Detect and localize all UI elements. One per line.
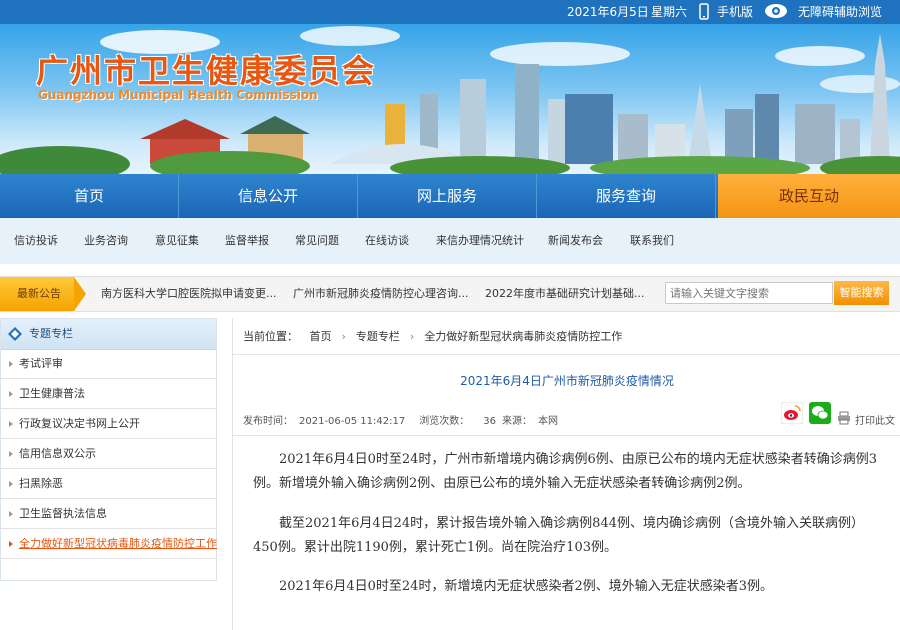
subnav-faq[interactable]: 常见问题 [295, 218, 339, 264]
divider [233, 435, 900, 436]
subnav-press-conference[interactable]: 新闻发布会 [548, 218, 603, 264]
breadcrumb-prefix: 当前位置： [243, 330, 298, 343]
subnav-supervision-report[interactable]: 监督举报 [225, 218, 269, 264]
breadcrumb-current[interactable]: 全力做好新型冠状病毒肺炎疫情防控工作 [424, 330, 622, 343]
weibo-share-icon[interactable] [780, 401, 804, 428]
sub-nav: 信访投诉 业务咨询 意见征集 监督举报 常见问题 在线访谈 来信办理情况统计 新… [0, 218, 900, 264]
subnav-online-interview[interactable]: 在线访谈 [365, 218, 409, 264]
top-utility-bar: 2021年6月5日 星期六 手机版 无障碍辅助浏览 [0, 0, 900, 24]
site-title-english: Guangzhou Municipal Health Commission [38, 88, 318, 102]
current-date: 2021年6月5日 [567, 5, 649, 19]
article-paragraph: 2021年6月4日0时至24时，新增境内无症状感染者2例、境外输入无症状感染者3… [279, 579, 773, 594]
divider [233, 354, 900, 355]
sidebar-item-enforcement-info[interactable]: 卫生监督执法信息 [1, 499, 216, 529]
sidebar-item-law-education[interactable]: 卫生健康普法 [1, 379, 216, 409]
breadcrumb-separator: › [409, 330, 415, 343]
notice-item[interactable]: 2022年度市基础研究计划基础... [485, 277, 644, 311]
subnav-petition[interactable]: 信访投诉 [14, 218, 58, 264]
accessibility-link[interactable]: 无障碍辅助浏览 [798, 0, 882, 24]
nav-online-service[interactable]: 网上服务 [358, 174, 537, 218]
sidebar-item-label: 信用信息双公示 [19, 447, 96, 460]
mobile-version-link[interactable]: 手机版 [717, 0, 753, 24]
views-label: 浏览次数： [419, 416, 470, 427]
source-label: 来源： [501, 416, 532, 427]
arrow-icon [9, 391, 13, 397]
notice-item[interactable]: 南方医科大学口腔医院拟申请变更... [101, 277, 277, 311]
nav-interaction[interactable]: 政民互动 [718, 174, 900, 218]
sidebar-item-label: 卫生监督执法信息 [19, 507, 107, 520]
sidebar-item-label: 考试评审 [19, 357, 63, 370]
wechat-share-icon[interactable] [809, 402, 831, 428]
breadcrumb-special-column[interactable]: 专题专栏 [356, 330, 400, 343]
notice-item[interactable]: 广州市新冠肺炎疫情防控心理咨询... [293, 277, 469, 311]
sidebar-item-credit-info[interactable]: 信用信息双公示 [1, 439, 216, 469]
smart-search-button[interactable]: 智能搜索 [834, 281, 889, 305]
publish-label: 发布时间： [243, 416, 293, 427]
mobile-phone-icon[interactable] [699, 3, 709, 23]
arrow-icon [9, 361, 13, 367]
article-title: 2021年6月4日广州市新冠肺炎疫情情况 [460, 374, 674, 388]
nav-service-query[interactable]: 服务查询 [537, 174, 716, 218]
sidebar-item-label: 行政复议决定书网上公开 [19, 417, 140, 430]
main-nav: 首页 信息公开 网上服务 服务查询 政民互动 [0, 174, 900, 218]
arrow-icon [9, 541, 13, 547]
article-paragraph: 2021年6月4日0时至24时，广州市新增境内确诊病例6例、由原已公布的境内无症… [253, 452, 877, 491]
eye-icon[interactable] [764, 3, 788, 22]
diamond-icon [7, 326, 23, 346]
arrow-icon [9, 451, 13, 457]
arrow-icon [9, 511, 13, 517]
printer-icon[interactable] [837, 410, 851, 429]
arrow-icon [9, 481, 13, 487]
arrow-icon [9, 421, 13, 427]
nav-info-disclosure[interactable]: 信息公开 [179, 174, 358, 218]
site-banner: 广州市卫生健康委员会 Guangzhou Municipal Health Co… [0, 24, 900, 174]
article-paragraph: 截至2021年6月4日24时，累计报告境外输入确诊病例844例、境内确诊病例（含… [253, 516, 864, 555]
sidebar-item-label: 全力做好新型冠状病毒肺炎疫情防控工作 [19, 537, 217, 550]
subnav-business-consult[interactable]: 业务咨询 [84, 218, 128, 264]
views-count: 36 [483, 416, 496, 427]
sidebar-item-anti-crime[interactable]: 扫黑除恶 [1, 469, 216, 499]
article-meta: 发布时间： 2021-06-05 11:42:17 浏览次数： 36 来源： 本网 [243, 412, 564, 427]
current-weekday: 星期六 [651, 5, 688, 19]
site-title: 广州市卫生健康委员会 [36, 52, 377, 90]
article-content: 当前位置： 首页 › 专题专栏 › 全力做好新型冠状病毒肺炎疫情防控工作 2021年6月… [232, 318, 900, 630]
sidebar-item-label: 卫生健康普法 [19, 387, 85, 400]
print-article-link[interactable]: 打印此文 [855, 412, 895, 427]
sidebar-title: 专题专栏 [29, 327, 73, 340]
publish-time: 2021-06-05 11:42:17 [299, 416, 406, 427]
breadcrumb-separator: › [341, 330, 346, 343]
subnav-letter-statistics[interactable]: 来信办理情况统计 [436, 218, 524, 264]
breadcrumb: 当前位置： 首页 › 专题专栏 › 全力做好新型冠状病毒肺炎疫情防控工作 [243, 328, 622, 344]
sidebar-item-covid-prevention[interactable]: 全力做好新型冠状病毒肺炎疫情防控工作 [1, 529, 217, 559]
breadcrumb-home[interactable]: 首页 [302, 330, 332, 343]
sidebar-header: 专题专栏 [1, 319, 216, 350]
search-input[interactable] [665, 282, 833, 304]
notice-label: 最新公告 [0, 277, 86, 311]
nav-home[interactable]: 首页 [0, 174, 179, 218]
sidebar: 专题专栏 考试评审 卫生健康普法 行政复议决定书网上公开 信用信息双公示 扫黑除… [0, 318, 217, 581]
subnav-opinion-collection[interactable]: 意见征集 [155, 218, 199, 264]
source-value: 本网 [537, 416, 558, 427]
sidebar-item-label: 扫黑除恶 [19, 477, 63, 490]
subnav-contact-us[interactable]: 联系我们 [630, 218, 674, 264]
sidebar-item-exam-review[interactable]: 考试评审 [1, 349, 216, 379]
sidebar-item-admin-review[interactable]: 行政复议决定书网上公开 [1, 409, 216, 439]
